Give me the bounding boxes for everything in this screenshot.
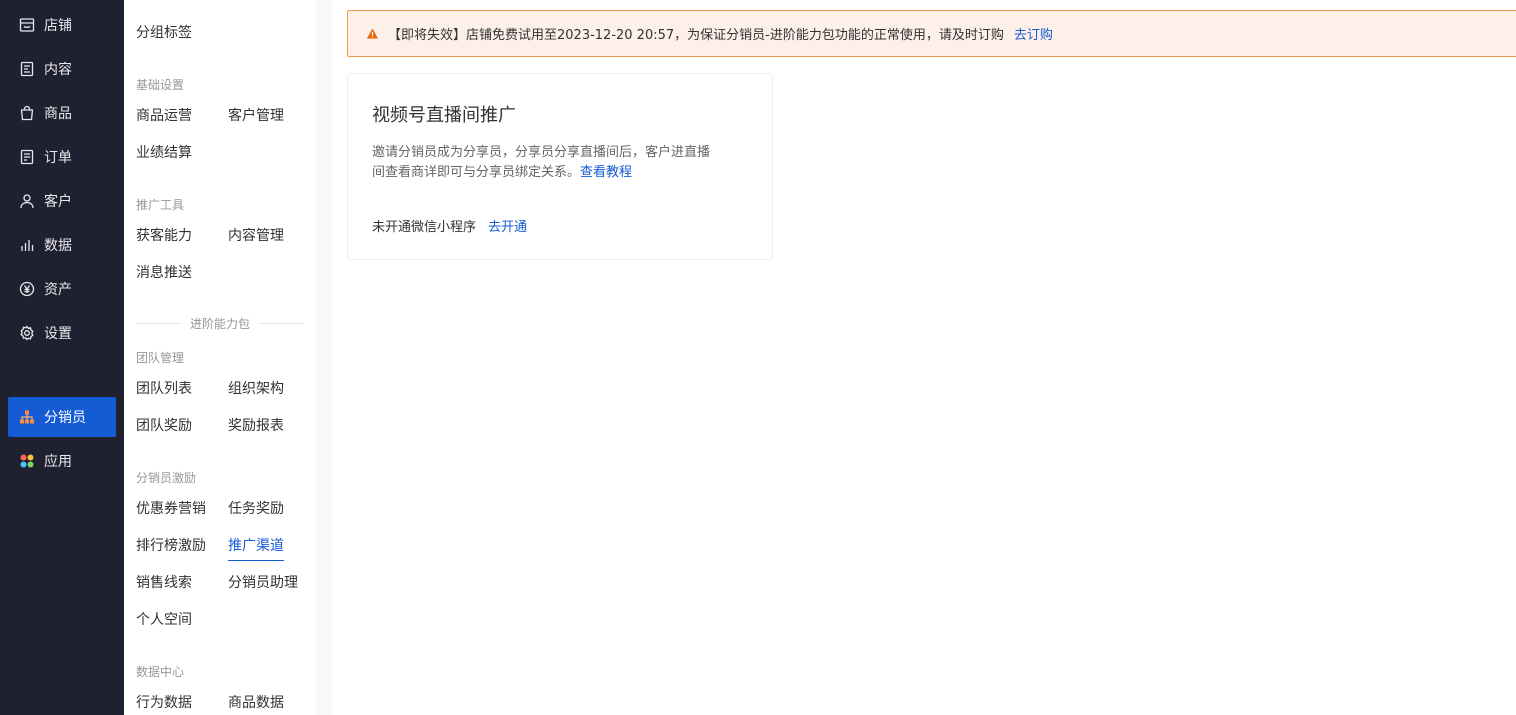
nav-item-label: 订单: [44, 150, 72, 166]
snav-item-leaderboard[interactable]: 排行榜激励: [136, 535, 206, 555]
nav-item-customers[interactable]: 客户: [8, 181, 116, 221]
nav-item-label: 资产: [44, 282, 72, 298]
snav-group-title: 基础设置: [136, 78, 185, 92]
nav-item-distributors[interactable]: 分销员: [8, 397, 116, 437]
snav-item-promo-channel[interactable]: 推广渠道: [228, 535, 284, 561]
nav-item-apps[interactable]: 应用: [8, 441, 116, 481]
snav-item-reward-report[interactable]: 奖励报表: [228, 415, 284, 435]
divider-line: [136, 322, 180, 324]
advanced-pack-divider: 进阶能力包: [136, 316, 305, 331]
order-icon: [18, 148, 36, 166]
nav-item-store[interactable]: 店铺: [8, 5, 116, 45]
snav-item-personal-space[interactable]: 个人空间: [136, 609, 192, 629]
snav-group-title: 数据中心: [136, 665, 185, 679]
nav-item-label: 店铺: [44, 18, 72, 34]
card-desc-text: 间查看商详即可与分享员绑定关系。: [372, 165, 581, 180]
snav-group-title: 推广工具: [136, 198, 185, 212]
card-desc-line: 邀请分销员成为分享员，分享员分享直播间后，客户进直播: [372, 145, 711, 160]
nav-item-label: 客户: [44, 194, 72, 210]
card-description: 邀请分销员成为分享员，分享员分享直播间后，客户进直播 间查看商详即可与分享员绑定…: [372, 143, 752, 183]
main-content: 【即将失效】店铺免费试用至2023-12-20 20:57，为保证分销员-进阶能…: [332, 0, 1516, 715]
subscribe-link[interactable]: 去订购: [1014, 24, 1053, 43]
snav-item-team-reward[interactable]: 团队奖励: [136, 415, 192, 435]
snav-item-message-push[interactable]: 消息推送: [136, 262, 192, 282]
snav-item-task-reward[interactable]: 任务奖励: [228, 498, 284, 518]
snav-item-settlement[interactable]: 业绩结算: [136, 142, 192, 162]
video-live-promo-card: 视频号直播间推广 邀请分销员成为分享员，分享员分享直播间后，客户进直播 间查看商…: [347, 73, 773, 260]
snav-group-title: 分销员激励: [136, 471, 197, 485]
primary-sidebar: 店铺 内容 商品 订单 客户 数据 资产 设置 分销员 应用: [0, 0, 124, 715]
snav-item-behavior-data[interactable]: 行为数据: [136, 692, 192, 712]
notice-text: 【即将失效】店铺免费试用至2023-12-20 20:57，为保证分销员-进阶能…: [388, 28, 1004, 43]
snav-item-coupon-marketing[interactable]: 优惠券营销: [136, 498, 206, 518]
snav-item-customer-mgmt[interactable]: 客户管理: [228, 105, 284, 125]
snav-group-title: 团队管理: [136, 351, 185, 365]
bag-icon: [18, 104, 36, 122]
status-text: 未开通微信小程序: [372, 220, 477, 235]
snav-item-sales-leads[interactable]: 销售线索: [136, 572, 192, 592]
nav-item-content[interactable]: 内容: [8, 49, 116, 89]
divider-line: [260, 322, 305, 324]
nav-item-data[interactable]: 数据: [8, 225, 116, 265]
bar-chart-icon: [18, 236, 36, 254]
expiry-notice: 【即将失效】店铺免费试用至2023-12-20 20:57，为保证分销员-进阶能…: [347, 10, 1516, 57]
apps-icon: [18, 452, 36, 470]
user-icon: [18, 192, 36, 210]
warning-icon: [366, 27, 380, 41]
nav-item-label: 数据: [44, 238, 72, 254]
nav-item-label: 内容: [44, 62, 72, 78]
snav-item-acquisition[interactable]: 获客能力: [136, 225, 192, 245]
nav-item-label: 设置: [44, 326, 72, 342]
snav-item-goods-ops[interactable]: 商品运营: [136, 105, 192, 125]
snav-item-group-tags[interactable]: 分组标签: [136, 22, 192, 42]
nav-item-label: 应用: [44, 454, 72, 470]
document-icon: [18, 60, 36, 78]
snav-item-org-structure[interactable]: 组织架构: [228, 378, 284, 398]
activate-link[interactable]: 去开通: [488, 220, 527, 235]
snav-item-goods-data[interactable]: 商品数据: [228, 692, 284, 712]
card-status: 未开通微信小程序 去开通: [372, 216, 527, 235]
divider-label: 进阶能力包: [190, 316, 251, 331]
secondary-sidebar: 分组标签 基础设置 商品运营 客户管理 业绩结算 推广工具 获客能力 内容管理 …: [124, 0, 316, 715]
org-chart-icon: [18, 408, 36, 426]
nav-item-goods[interactable]: 商品: [8, 93, 116, 133]
nav-item-label: 分销员: [44, 410, 86, 426]
nav-item-label: 商品: [44, 106, 72, 122]
store-icon: [18, 16, 36, 34]
snav-item-distributor-assistant[interactable]: 分销员助理: [228, 572, 298, 592]
snav-item-team-list[interactable]: 团队列表: [136, 378, 192, 398]
snav-item-content-mgmt[interactable]: 内容管理: [228, 225, 284, 245]
nav-item-settings[interactable]: 设置: [8, 313, 116, 353]
card-title: 视频号直播间推广: [372, 105, 516, 126]
card-desc-line: 间查看商详即可与分享员绑定关系。查看教程: [372, 163, 752, 183]
view-tutorial-link[interactable]: 查看教程: [580, 165, 632, 180]
nav-item-assets[interactable]: 资产: [8, 269, 116, 309]
yuan-icon: [18, 280, 36, 298]
gear-icon: [18, 324, 36, 342]
nav-item-orders[interactable]: 订单: [8, 137, 116, 177]
